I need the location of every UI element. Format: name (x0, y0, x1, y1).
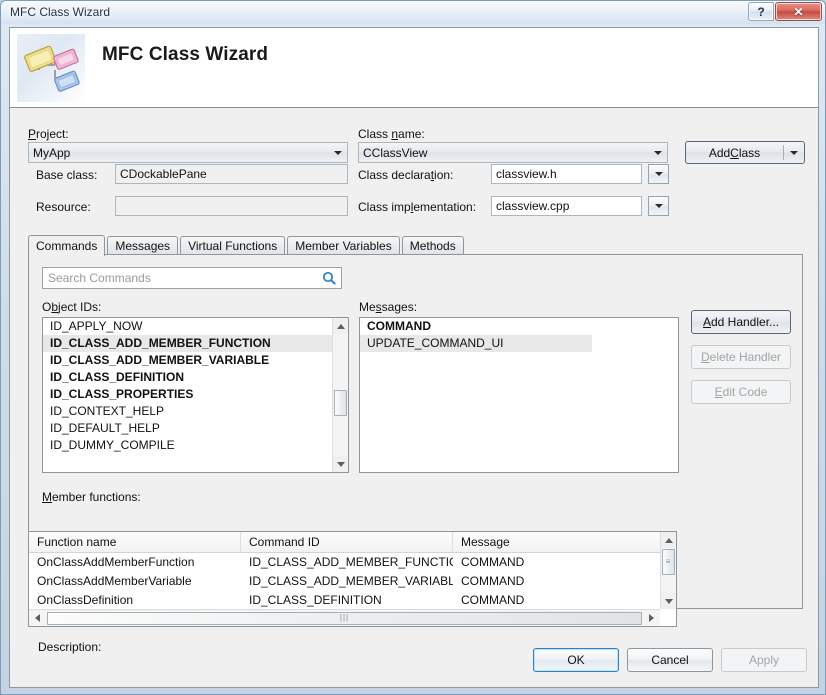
cancel-button[interactable]: Cancel (627, 648, 713, 672)
scroll-right-icon[interactable] (643, 610, 660, 626)
window-title: MFC Class Wizard (10, 5, 111, 19)
list-item[interactable]: ID_CLASS_DEFINITION (43, 369, 332, 386)
member-functions-label: Member functions: (42, 490, 141, 504)
cell-function-name: OnClassDefinition (37, 593, 134, 607)
scroll-up-icon[interactable] (333, 318, 348, 334)
table-row[interactable]: OnClassAddMemberVariable ID_CLASS_ADD_ME… (29, 572, 676, 591)
list-item[interactable]: ID_CONTEXT_HELP (43, 403, 332, 420)
chevron-down-icon[interactable] (649, 144, 666, 161)
messages-listbox[interactable]: COMMAND UPDATE_COMMAND_UI (359, 317, 679, 473)
apply-button: Apply (721, 648, 807, 672)
resource-label: Resource: (36, 200, 91, 214)
class-name-combo[interactable]: CClassView (358, 142, 668, 163)
scrollbar-thumb[interactable]: ≡ (662, 549, 675, 575)
dialog-window: MFC Class Wizard ? ✕ MFC Class Wizard Pr… (0, 0, 826, 695)
list-item[interactable]: ID_APPLY_NOW (43, 318, 332, 335)
chevron-down-icon[interactable] (784, 142, 804, 163)
dialog-client: MFC Class Wizard Project: MyApp Class na… (9, 27, 819, 688)
scroll-up-icon[interactable] (661, 532, 676, 548)
search-icon[interactable] (317, 271, 341, 285)
class-implementation-field[interactable]: classview.cpp (491, 196, 642, 216)
object-ids-scrollbar[interactable] (332, 318, 348, 472)
project-combo[interactable]: MyApp (28, 142, 348, 163)
page-title: MFC Class Wizard (102, 44, 269, 65)
search-placeholder: Search Commands (48, 271, 151, 285)
project-value: MyApp (33, 145, 71, 160)
column-header-message[interactable]: Message (453, 532, 659, 552)
tab-member-variables[interactable]: Member Variables (287, 236, 400, 255)
class-declaration-value: classview.h (496, 167, 557, 181)
class-declaration-label: Class declaration: (358, 168, 454, 182)
cell-command-id: ID_CLASS_DEFINITION (249, 593, 382, 607)
close-button[interactable]: ✕ (775, 2, 822, 21)
edit-code-button: Edit Code (691, 380, 791, 404)
base-class-label: Base class: (36, 168, 98, 182)
list-item[interactable]: ID_DUMMY_COMPILE (43, 437, 332, 454)
object-ids-listbox[interactable]: ID_APPLY_NOW ID_CLASS_ADD_MEMBER_FUNCTIO… (42, 317, 349, 473)
object-ids-items: ID_APPLY_NOW ID_CLASS_ADD_MEMBER_FUNCTIO… (43, 318, 332, 454)
scroll-down-icon[interactable] (661, 593, 676, 609)
resource-field[interactable] (115, 196, 348, 216)
object-ids-label: Object IDs: (42, 300, 102, 314)
table-row[interactable]: OnClassAddMemberFunction ID_CLASS_ADD_ME… (29, 553, 676, 572)
class-name-label: Class name: (358, 127, 425, 141)
scroll-down-icon[interactable] (333, 456, 348, 472)
base-class-field[interactable]: CDockablePane (115, 164, 348, 184)
project-label: Project: (28, 127, 69, 141)
class-declaration-field[interactable]: classview.h (491, 164, 642, 184)
description-label: Description: (38, 640, 102, 654)
tab-messages[interactable]: Messages (107, 236, 179, 255)
ok-button[interactable]: OK (533, 648, 619, 672)
column-header-function-name[interactable]: Function name (29, 532, 241, 552)
cell-function-name: OnClassAddMemberVariable (37, 574, 192, 588)
list-item[interactable]: ID_DEFAULT_HELP (43, 420, 332, 437)
class-name-value: CClassView (363, 145, 428, 160)
class-implementation-value: classview.cpp (496, 199, 570, 213)
class-declaration-dropdown-button[interactable] (648, 164, 669, 184)
delete-handler-button: Delete Handler (691, 345, 791, 369)
wizard-banner: MFC Class Wizard (10, 28, 818, 108)
base-class-value: CDockablePane (120, 167, 207, 181)
member-functions-grid[interactable]: Function name Command ID Message OnClass… (28, 531, 677, 627)
scrollbar-thumb[interactable]: ||| (47, 611, 642, 625)
tab-virtual-functions[interactable]: Virtual Functions (180, 236, 286, 255)
class-implementation-dropdown-button[interactable] (648, 196, 669, 216)
grid-vertical-scrollbar[interactable]: ≡ (660, 532, 676, 609)
search-input[interactable]: Search Commands (42, 267, 342, 289)
scrollbar-thumb[interactable] (334, 390, 347, 416)
tab-strip: Commands Messages Virtual Functions Memb… (28, 234, 466, 256)
grid-horizontal-scrollbar[interactable]: ||| (29, 609, 660, 626)
list-item[interactable]: UPDATE_COMMAND_UI (360, 335, 592, 352)
tab-methods[interactable]: Methods (401, 236, 464, 255)
add-handler-button[interactable]: Add Handler... (691, 310, 791, 334)
title-bar[interactable]: MFC Class Wizard ? ✕ (1, 1, 825, 24)
messages-label: Messages: (359, 300, 418, 314)
list-item[interactable]: ID_CLASS_ADD_MEMBER_VARIABLE (43, 352, 332, 369)
thumb-grip: ||| (339, 613, 350, 622)
table-row[interactable]: OnClassDefinition ID_CLASS_DEFINITION CO… (29, 591, 676, 610)
chevron-down-icon[interactable] (329, 144, 346, 161)
scroll-left-icon[interactable] (29, 610, 46, 626)
grid-header-row: Function name Command ID Message (29, 532, 676, 553)
column-header-command-id[interactable]: Command ID (241, 532, 453, 552)
list-item[interactable]: ID_CLASS_ADD_MEMBER_FUNCTION (43, 335, 332, 352)
cell-command-id: ID_CLASS_ADD_MEMBER_FUNCTION (249, 555, 453, 569)
add-class-split-button[interactable]: Add Class (685, 141, 805, 164)
class-implementation-label: Class implementation: (358, 200, 477, 214)
cell-message: COMMAND (461, 555, 525, 569)
caption-buttons: ? ✕ (747, 2, 822, 21)
list-item[interactable]: ID_CLASS_PROPERTIES (43, 386, 332, 403)
cell-message: COMMAND (461, 593, 525, 607)
tab-commands[interactable]: Commands (28, 235, 106, 256)
cell-command-id: ID_CLASS_ADD_MEMBER_VARIABLE (249, 574, 453, 588)
add-class-button[interactable]: Add Class (686, 142, 783, 163)
cell-message: COMMAND (461, 574, 525, 588)
help-button[interactable]: ? (748, 2, 774, 21)
thumb-grip: ≡ (665, 557, 672, 566)
cell-function-name: OnClassAddMemberFunction (37, 555, 195, 569)
list-item[interactable]: COMMAND (360, 318, 678, 335)
class-hierarchy-icon (17, 34, 85, 102)
